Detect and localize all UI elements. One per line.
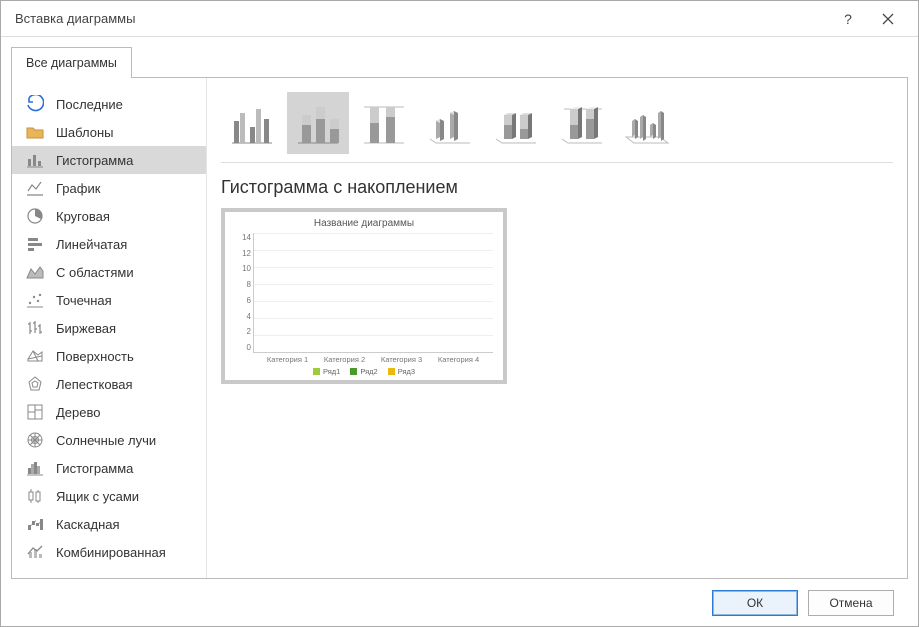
subtype-heading: Гистограмма с накоплением: [221, 163, 893, 208]
sidebar-item-label: Комбинированная: [56, 545, 166, 560]
y-axis: 14121086420: [235, 233, 253, 364]
plot: [253, 233, 493, 353]
subtype-100stacked[interactable]: [353, 92, 415, 154]
x-axis: Категория 1Категория 2Категория 3Категор…: [253, 353, 493, 364]
sidebar-item-label: Круговая: [56, 209, 110, 224]
stock-chart-icon: [26, 319, 44, 337]
combo-chart-icon: [26, 543, 44, 561]
close-button[interactable]: [868, 1, 908, 37]
sidebar-item-sunburst[interactable]: Солнечные лучи: [12, 426, 206, 454]
area-chart-icon: [26, 263, 44, 281]
sidebar-item-boxwhisker[interactable]: Ящик с усами: [12, 482, 206, 510]
treemap-icon: [26, 403, 44, 421]
dialog-body: Все диаграммы Последние Шаблоны Гистогра…: [1, 37, 918, 627]
sidebar-item-area[interactable]: С областями: [12, 258, 206, 286]
chart-preview[interactable]: Название диаграммы 14121086420: [221, 208, 507, 384]
sidebar-item-label: Точечная: [56, 293, 112, 308]
sidebar-item-label: Каскадная: [56, 517, 120, 532]
line-chart-icon: [26, 179, 44, 197]
sidebar-item-label: Солнечные лучи: [56, 433, 156, 448]
ok-button[interactable]: ОК: [712, 590, 798, 616]
footer: ОК Отмена: [11, 579, 908, 627]
subtype-stacked[interactable]: [287, 92, 349, 154]
sidebar-item-combo[interactable]: Комбинированная: [12, 538, 206, 566]
window-title: Вставка диаграммы: [15, 11, 828, 26]
column-chart-icon: [26, 151, 44, 169]
sidebar-item-label: Гистограмма: [56, 461, 133, 476]
sidebar-item-line[interactable]: График: [12, 174, 206, 202]
titlebar: Вставка диаграммы ?: [1, 1, 918, 37]
sidebar-item-column[interactable]: Гистограмма: [12, 146, 206, 174]
chart-area: 14121086420 Категория 1Категория 2Катего…: [235, 233, 493, 364]
sidebar-item-treemap[interactable]: Дерево: [12, 398, 206, 426]
sidebar-item-label: График: [56, 181, 100, 196]
sidebar-item-waterfall[interactable]: Каскадная: [12, 510, 206, 538]
sidebar-item-label: Лепестковая: [56, 377, 133, 392]
sidebar-item-templates[interactable]: Шаблоны: [12, 118, 206, 146]
sidebar-item-label: Гистограмма: [56, 153, 133, 168]
histogram-icon: [26, 459, 44, 477]
sidebar-item-label: Поверхность: [56, 349, 134, 364]
insert-chart-dialog: Вставка диаграммы ? Все диаграммы Послед…: [0, 0, 919, 627]
subtype-3d-column[interactable]: [617, 92, 679, 154]
sidebar: Последние Шаблоны Гистограмма График Кру…: [12, 78, 207, 578]
sidebar-item-label: С областями: [56, 265, 134, 280]
subtype-3d-clustered[interactable]: [419, 92, 481, 154]
cancel-button[interactable]: Отмена: [808, 590, 894, 616]
tabs: Все диаграммы: [11, 47, 908, 78]
chart-title: Название диаграммы: [235, 218, 493, 229]
panel: Последние Шаблоны Гистограмма График Кру…: [11, 77, 908, 579]
sidebar-item-pie[interactable]: Круговая: [12, 202, 206, 230]
tab-all-charts[interactable]: Все диаграммы: [11, 47, 132, 78]
bar-chart-icon: [26, 235, 44, 253]
folder-icon: [26, 123, 44, 141]
sidebar-item-surface[interactable]: Поверхность: [12, 342, 206, 370]
waterfall-icon: [26, 515, 44, 533]
subtype-clustered[interactable]: [221, 92, 283, 154]
subtype-3d-stacked[interactable]: [485, 92, 547, 154]
sidebar-item-recent[interactable]: Последние: [12, 90, 206, 118]
boxwhisker-icon: [26, 487, 44, 505]
sidebar-item-radar[interactable]: Лепестковая: [12, 370, 206, 398]
sidebar-item-scatter[interactable]: Точечная: [12, 286, 206, 314]
help-button[interactable]: ?: [828, 1, 868, 37]
sidebar-item-label: Дерево: [56, 405, 100, 420]
recent-icon: [26, 95, 44, 113]
sidebar-item-label: Шаблоны: [56, 125, 114, 140]
legend: Ряд1 Ряд2 Ряд3: [235, 364, 493, 376]
surface-chart-icon: [26, 347, 44, 365]
scatter-chart-icon: [26, 291, 44, 309]
subtype-row: [221, 88, 893, 163]
sidebar-item-label: Биржевая: [56, 321, 116, 336]
subtype-3d-100stacked[interactable]: [551, 92, 613, 154]
sidebar-item-stock[interactable]: Биржевая: [12, 314, 206, 342]
radar-chart-icon: [26, 375, 44, 393]
sidebar-item-bar[interactable]: Линейчатая: [12, 230, 206, 258]
sunburst-icon: [26, 431, 44, 449]
sidebar-item-histogram[interactable]: Гистограмма: [12, 454, 206, 482]
main: Гистограмма с накоплением Название диагр…: [207, 78, 907, 578]
sidebar-item-label: Линейчатая: [56, 237, 127, 252]
pie-chart-icon: [26, 207, 44, 225]
sidebar-item-label: Последние: [56, 97, 123, 112]
sidebar-item-label: Ящик с усами: [56, 489, 139, 504]
